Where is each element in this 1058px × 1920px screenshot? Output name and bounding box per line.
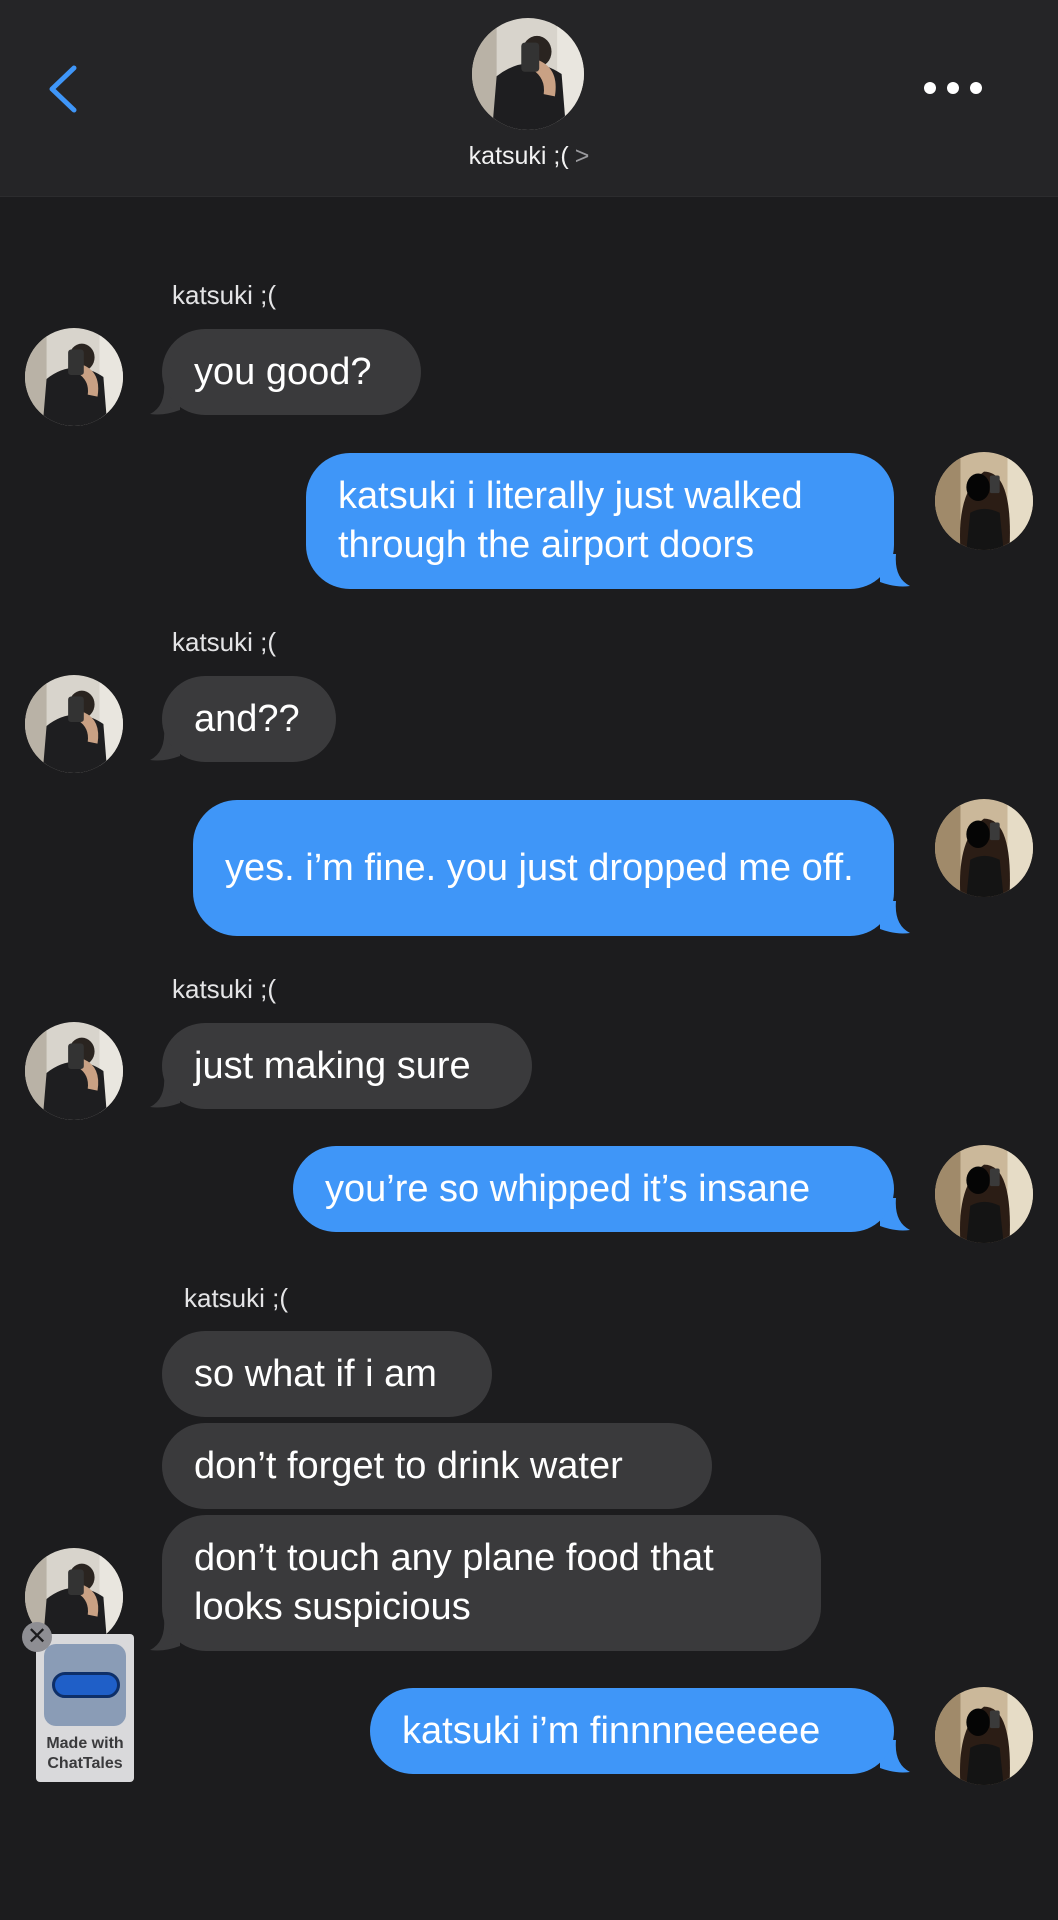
- chat-bubble-icon: [44, 1644, 126, 1726]
- message-text: just making sure: [194, 1044, 471, 1087]
- message-bubble-outgoing[interactable]: katsuki i literally just walked through …: [306, 453, 894, 589]
- message-text: you good?: [194, 350, 372, 393]
- contact-name-button[interactable]: katsuki ;(>: [0, 142, 1058, 171]
- close-icon[interactable]: ✕: [22, 1622, 52, 1652]
- message-text: don’t forget to drink water: [194, 1444, 623, 1487]
- sender-avatar[interactable]: [25, 328, 123, 426]
- sender-name: katsuki ;(: [172, 280, 277, 310]
- message-bubble-incoming[interactable]: just making sure: [162, 1023, 532, 1109]
- sender-name: katsuki ;(: [172, 974, 277, 1004]
- chattales-watermark[interactable]: Made with ChatTales: [36, 1634, 134, 1782]
- more-options-icon[interactable]: [924, 80, 982, 96]
- chevron-right-icon: >: [574, 142, 590, 170]
- sender-name: katsuki ;(: [184, 1283, 289, 1313]
- sender-avatar[interactable]: [25, 1022, 123, 1120]
- message-bubble-incoming[interactable]: you good?: [162, 329, 421, 415]
- watermark-line2: ChatTales: [47, 1755, 123, 1772]
- message-bubble-outgoing[interactable]: yes. i’m fine. you just dropped me off.: [193, 800, 894, 936]
- back-chevron-icon[interactable]: [44, 64, 84, 114]
- message-text: katsuki i’m finnnneeeeee: [402, 1709, 821, 1752]
- message-bubble-incoming[interactable]: so what if i am: [162, 1331, 492, 1417]
- my-avatar[interactable]: [935, 452, 1033, 550]
- message-text: so what if i am: [194, 1352, 437, 1395]
- contact-name: katsuki ;(: [468, 142, 569, 170]
- sender-name: katsuki ;(: [172, 627, 277, 657]
- message-text: katsuki i literally just walked through …: [338, 475, 803, 566]
- chat-header: katsuki ;(>: [0, 0, 1058, 197]
- my-avatar[interactable]: [935, 1145, 1033, 1243]
- watermark-label: Made with ChatTales: [36, 1734, 134, 1774]
- message-bubble-outgoing[interactable]: katsuki i’m finnnneeeeee: [370, 1688, 894, 1774]
- message-bubble-incoming[interactable]: and??: [162, 676, 336, 762]
- message-bubble-incoming[interactable]: don’t touch any plane food that looks su…: [162, 1515, 821, 1651]
- my-avatar[interactable]: [935, 799, 1033, 897]
- message-bubble-incoming[interactable]: don’t forget to drink water: [162, 1423, 712, 1509]
- message-text: yes. i’m fine. you just dropped me off.: [225, 846, 854, 889]
- message-text: you’re so whipped it’s insane: [325, 1167, 811, 1210]
- message-bubble-outgoing[interactable]: you’re so whipped it’s insane: [293, 1146, 894, 1232]
- message-text: and??: [194, 697, 300, 740]
- watermark-line1: Made with: [46, 1735, 124, 1752]
- sender-avatar[interactable]: [25, 675, 123, 773]
- contact-avatar[interactable]: [472, 18, 584, 130]
- message-text: don’t touch any plane food that looks su…: [194, 1537, 714, 1628]
- my-avatar[interactable]: [935, 1687, 1033, 1785]
